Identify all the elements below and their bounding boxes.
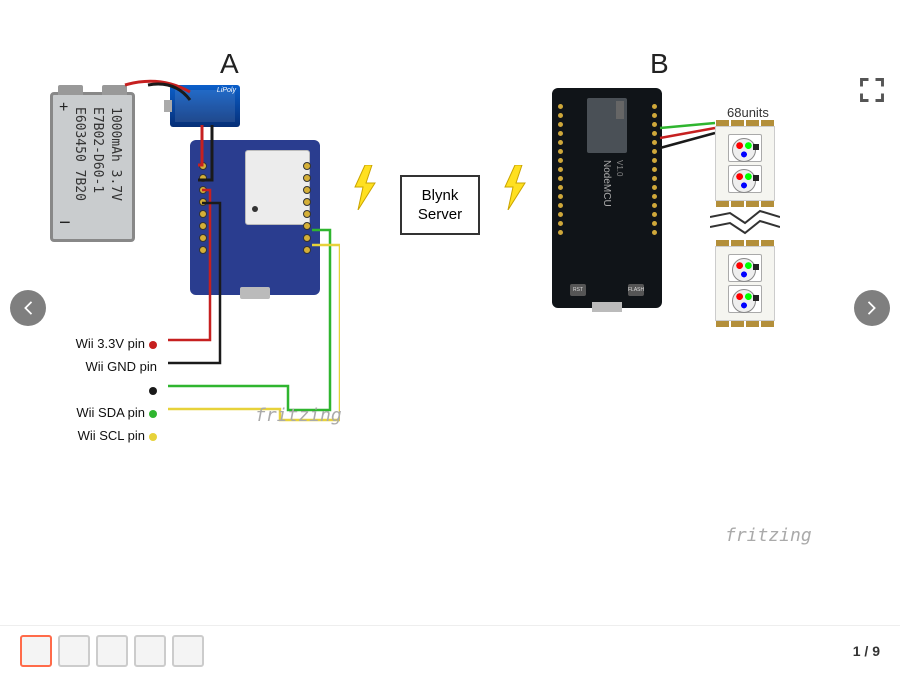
lipo-label: LiPoly	[217, 87, 236, 94]
led-segment-bottom	[715, 246, 775, 321]
battery-plus: +	[59, 99, 68, 117]
chevron-right-icon	[865, 301, 879, 315]
led-pixel	[728, 165, 762, 193]
thumbnail[interactable]	[134, 635, 166, 667]
wii-gnd-label: Wii GND pin	[75, 355, 165, 401]
fritzing-watermark: fritzing	[725, 525, 812, 546]
battery-minus: −	[59, 212, 71, 235]
carousel-toolbar: 1 / 9	[0, 625, 900, 675]
nodemcu-flash-button: FLASH	[628, 284, 644, 296]
wii-sda-label: Wii SDA pin	[75, 401, 165, 424]
blynk-server-box: BlynkServer	[400, 175, 480, 235]
d1-pin-header-left	[196, 158, 210, 278]
carousel-prev-button[interactable]	[10, 290, 46, 326]
lipo-usb-port	[164, 100, 172, 112]
carousel-next-button[interactable]	[854, 290, 890, 326]
battery-text-1: E603450 7B20	[72, 107, 87, 201]
led-pixel	[728, 134, 762, 162]
d1-pin-header-right	[300, 158, 314, 278]
led-units-label: 68units	[727, 105, 769, 120]
lightning-icon	[350, 165, 380, 210]
lipo-charger-board: LiPoly	[170, 85, 240, 127]
led-pixel	[728, 285, 762, 313]
fullscreen-button[interactable]	[858, 76, 886, 104]
nodemcu-title: NodeMCU	[601, 160, 612, 207]
thumbnail[interactable]	[58, 635, 90, 667]
nodemcu-reset-button: RST	[570, 284, 586, 296]
nodemcu-subtitle: V1.0	[615, 160, 624, 176]
fritzing-watermark: fritzing	[255, 405, 342, 426]
chevron-left-icon	[21, 301, 35, 315]
nodemcu-board: NodeMCU V1.0 RST FLASH	[552, 88, 662, 308]
group-label-b: B	[650, 48, 669, 80]
wii-3v3-label: Wii 3.3V pin	[75, 332, 165, 355]
led-pixel	[728, 254, 762, 282]
lightning-icon	[500, 165, 530, 210]
nodemcu-usb-port	[592, 302, 622, 312]
lipo-battery: + − E603450 7B20 E7B02-D60-1 1000mAh 3.7…	[50, 92, 135, 242]
wii-pin-labels: Wii 3.3V pin Wii GND pin Wii SDA pin Wii…	[75, 332, 165, 447]
nodemcu-pins-right	[649, 100, 659, 295]
d1-usb-port	[240, 287, 270, 299]
neopixel-led-strip	[715, 120, 775, 327]
thumbnail[interactable]	[172, 635, 204, 667]
thumbnail[interactable]	[20, 635, 52, 667]
carousel-counter: 1 / 9	[853, 643, 880, 659]
strip-break-icon	[710, 207, 780, 235]
thumbnail[interactable]	[96, 635, 128, 667]
battery-text-2: E7B02-D60-1	[90, 107, 105, 193]
thumbnail-list	[20, 635, 204, 667]
group-label-a: A	[220, 48, 239, 80]
wii-scl-label: Wii SCL pin	[75, 424, 165, 447]
wemos-d1-mini-board	[190, 140, 320, 295]
diagram-canvas: A B + − E603450 7B20 E7B02-D60-1 1000mAh…	[0, 30, 900, 610]
nodemcu-pins-left	[555, 100, 565, 295]
battery-text-3: 1000mAh 3.7V	[108, 107, 123, 201]
nodemcu-esp-shield	[587, 98, 627, 153]
led-segment-top	[715, 126, 775, 201]
